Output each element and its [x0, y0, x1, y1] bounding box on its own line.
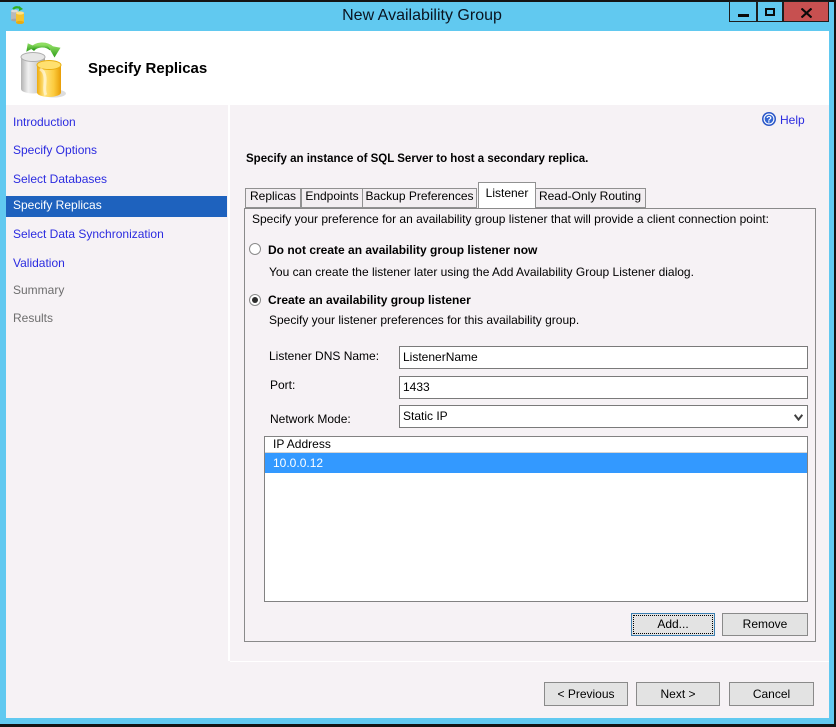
svg-text:?: ?: [766, 114, 772, 125]
